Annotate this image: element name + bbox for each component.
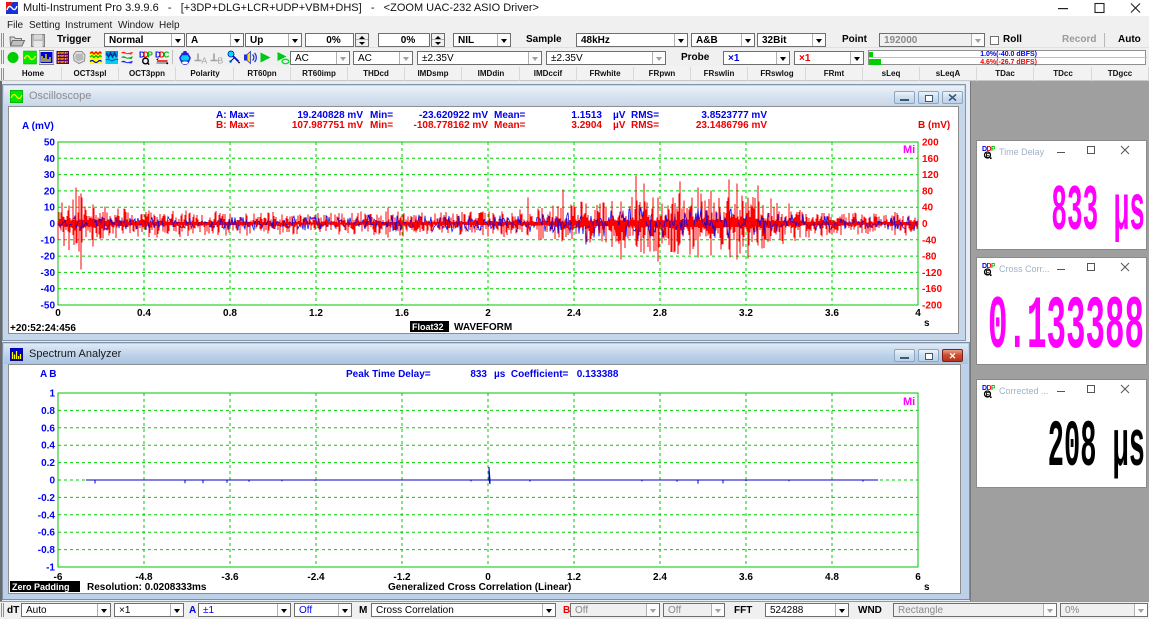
svg-text:0.2: 0.2	[41, 458, 55, 469]
svg-text:Mi: Mi	[903, 144, 915, 156]
svg-text:10: 10	[44, 203, 56, 214]
svg-text:2.8: 2.8	[653, 308, 667, 319]
svg-text:Float32: Float32	[412, 322, 444, 332]
svg-text:-40: -40	[922, 235, 937, 246]
svg-text:-20: -20	[41, 252, 56, 263]
svg-text:1: 1	[49, 389, 55, 400]
svg-text:-0.4: -0.4	[38, 510, 56, 521]
svg-text:-2.4: -2.4	[307, 572, 325, 583]
svg-text:4: 4	[915, 308, 921, 319]
svg-text:Resolution: 0.0208333ms: Resolution: 0.0208333ms	[87, 582, 207, 593]
svg-text:80: 80	[922, 186, 934, 197]
svg-text:B: B	[218, 56, 224, 66]
svg-text:0: 0	[922, 219, 928, 230]
svg-text:3.6: 3.6	[825, 308, 839, 319]
svg-text:30: 30	[44, 170, 56, 181]
svg-text:Generalized Cross Correlation: Generalized Cross Correlation (Linear)	[388, 582, 571, 593]
svg-text:1.2: 1.2	[309, 308, 323, 319]
svg-text:+20:52:24:456: +20:52:24:456	[10, 323, 76, 334]
svg-text:0.8: 0.8	[41, 406, 55, 417]
svg-text:-80: -80	[922, 252, 937, 263]
svg-text:160: 160	[922, 154, 939, 165]
svg-text:-10: -10	[41, 235, 56, 246]
svg-text:C: C	[164, 51, 170, 60]
svg-text:0: 0	[49, 476, 55, 487]
svg-text:-50: -50	[41, 301, 56, 312]
svg-text:0: 0	[49, 219, 55, 230]
svg-text:40: 40	[922, 203, 934, 214]
svg-text:-0.2: -0.2	[38, 493, 56, 504]
svg-text:0: 0	[55, 308, 61, 319]
svg-text:s: s	[924, 318, 930, 329]
svg-text:-0.8: -0.8	[38, 545, 56, 556]
svg-text:-0.6: -0.6	[38, 528, 56, 539]
svg-text:A: A	[202, 56, 208, 66]
svg-text:Zero Padding: Zero Padding	[12, 582, 70, 592]
svg-text:s: s	[924, 582, 930, 593]
svg-text:P: P	[148, 51, 154, 60]
svg-text:40: 40	[44, 154, 56, 165]
svg-text:0.6: 0.6	[41, 423, 55, 434]
svg-text:2: 2	[485, 308, 491, 319]
svg-text:208 µs: 208 µs	[1048, 411, 1145, 486]
svg-text:1.6: 1.6	[395, 308, 409, 319]
svg-text:4.8: 4.8	[825, 572, 839, 583]
svg-text:833 µs: 833 µs	[1051, 175, 1145, 249]
svg-text:20: 20	[44, 186, 56, 197]
svg-text:50: 50	[44, 138, 56, 149]
svg-text:0.133388: 0.133388	[988, 286, 1144, 366]
svg-text:WAVEFORM: WAVEFORM	[454, 322, 512, 333]
svg-text:0.8: 0.8	[223, 308, 237, 319]
svg-text:-40: -40	[41, 284, 56, 295]
svg-text:120: 120	[922, 170, 939, 181]
svg-text:2.4: 2.4	[567, 308, 581, 319]
svg-text:-30: -30	[41, 268, 56, 279]
svg-text:0.4: 0.4	[137, 308, 151, 319]
svg-text:Mi: Mi	[903, 396, 915, 408]
svg-text:200: 200	[922, 138, 939, 149]
svg-text:0.4: 0.4	[41, 441, 55, 452]
svg-text:3.6: 3.6	[739, 572, 753, 583]
svg-text:6: 6	[915, 572, 921, 583]
svg-text:2.4: 2.4	[653, 572, 667, 583]
svg-text:-3.6: -3.6	[221, 572, 239, 583]
svg-text:-200: -200	[922, 301, 942, 312]
svg-text:3.2: 3.2	[739, 308, 753, 319]
svg-text:-120: -120	[922, 268, 942, 279]
svg-text:-160: -160	[922, 284, 942, 295]
